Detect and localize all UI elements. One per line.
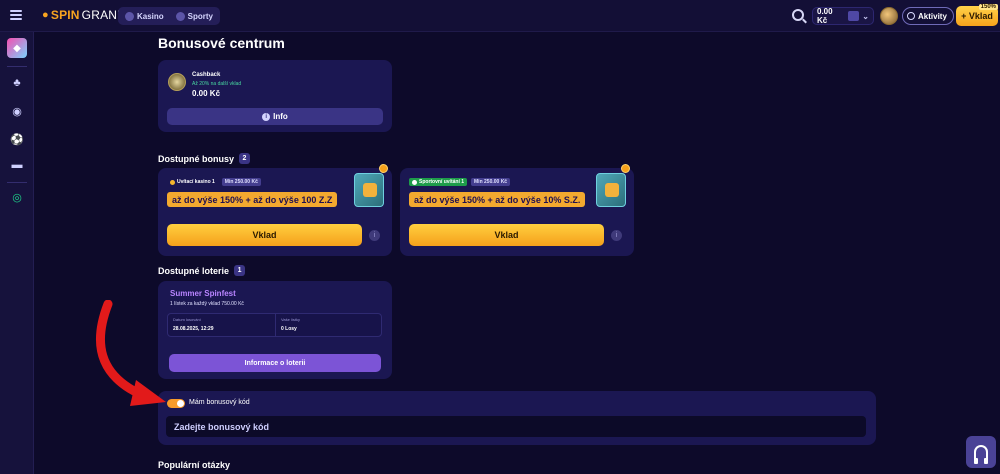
live-icon[interactable]: ◉ [10,104,24,118]
gamepad-icon[interactable]: ▬ [10,158,24,172]
bonus-code-input[interactable] [166,416,866,437]
balance-value: 0.00 Kč [817,7,833,25]
chest-icon [354,173,384,207]
page-title: Bonusové centrum [158,35,285,51]
cashback-title: Cashback [192,72,221,78]
top-bar: ● SPIN GRANNY Kasino Sporty 0.00 Kč ⌄ Ak… [0,0,1000,32]
info-label: Info [273,112,288,121]
bonus-deposit-button[interactable]: Vklad [167,224,362,246]
lottery-title: Summer Spinfest [170,289,236,298]
chest-icon [596,173,626,207]
deposit-button[interactable]: + Vklad 150% [956,4,998,26]
gift-icon [847,11,860,21]
cherries-icon[interactable]: ♣ [10,76,24,90]
bonus-card-casino: Uvítací kasino 1 Min 250.00 Kč až do výš… [158,164,392,256]
sidebar: ◆ ♣ ◉ ⚽ ▬ ◎ [0,32,34,474]
bonus-type-label: Sportovní uvítání 1 [419,179,465,185]
menu-icon[interactable] [10,10,22,20]
lottery-info-button[interactable]: Informace o loterii [169,354,381,372]
nav-sports[interactable]: Sporty [172,11,217,21]
info-icon[interactable]: i [611,230,622,241]
nav-sports-label: Sporty [187,11,214,21]
activity-icon [907,12,915,20]
lotteries-section-label: Dostupné loterie [158,265,230,276]
main-nav: Kasino Sporty [118,7,221,25]
logo-spin: SPIN [50,8,80,22]
deposit-label-text: Vklad [968,11,993,21]
activity-label: Aktivity [918,11,947,21]
lotteries-section-header: Dostupné loterie 1 [158,265,246,276]
football-icon[interactable]: ⚽ [10,132,24,146]
chest-badge-icon [379,164,388,173]
search-icon[interactable] [792,9,804,21]
chest-badge-icon [621,164,630,173]
cashback-amount: 0.00 Kč [192,89,221,98]
support-chat-button[interactable] [966,436,996,468]
bonus-code-toggle-label: Mám bonusový kód [189,399,250,406]
chevron-down-icon: ⌄ [862,11,869,21]
bonuses-count-badge: 2 [239,153,250,164]
bonus-offer: až do výše 150% + až do výše 10% S.Z. [409,192,586,207]
lottery-subtitle: 1 lístek za každý vklad 750.00 Kč [170,301,244,307]
lottery-tickets-value: 0 Losy [281,326,297,332]
bonus-type-tag: Uvítací kasino 1 [167,178,218,186]
football-icon [412,179,417,185]
headset-icon [974,445,988,464]
lottery-card: Summer Spinfest 1 lístek za každý vklad … [158,281,392,379]
bonus-card-sport: Sportovní uvítání 1 Min 250.00 Kč až do … [400,164,634,256]
cashback-card: Cashback Až 20% na další vklad 0.00 Kč i… [158,60,392,132]
deposit-badge: 150% [978,4,998,10]
lottery-date-value: 28.08.2025, 12:29 [173,326,214,332]
faq-title: Populární otázky [158,460,231,470]
bonus-min-tag: Min 250.00 Kč [221,178,261,186]
balance-dropdown[interactable]: 0.00 Kč ⌄ [812,7,874,25]
cashback-info-button[interactable]: i Info [167,108,383,125]
lotteries-count-badge: 1 [234,265,246,276]
nav-casino-label: Kasino [137,11,164,21]
bonus-min-tag: Min 250.00 Kč [471,178,511,186]
red-arrow-icon [95,300,166,406]
lottery-tickets: Vaše lístky 0 Losy [275,314,382,336]
lottery-details: Datum losování 28.08.2025, 12:29 Vaše lí… [167,313,382,337]
bonus-offer: až do výše 150% + až do výše 100 Z.Z [167,192,338,207]
ball-icon [175,11,185,21]
casino-icon [170,179,175,185]
lottery-date: Datum losování 28.08.2025, 12:29 [168,314,275,336]
granny-icon: ● [42,9,49,21]
lottery-date-label: Datum losování [173,317,201,322]
bonus-type-label: Uvítací kasino 1 [177,179,215,185]
bonus-type-tag: Sportovní uvítání 1 [409,178,468,186]
deposit-label: + Vklad [961,11,993,21]
sidebar-divider [7,182,27,183]
cashback-subtitle: Až 20% na další vklad [192,81,242,87]
bonus-tags: Uvítací kasino 1 Min 250.00 Kč [167,178,261,186]
support-icon[interactable]: ◎ [10,190,24,204]
cherries-icon [125,11,134,21]
nav-casino[interactable]: Kasino [121,11,168,21]
promo-icon[interactable]: ◆ [7,38,27,58]
bonuses-section-label: Dostupné bonusy [158,153,234,164]
avatar[interactable] [880,7,898,25]
activity-button[interactable]: Aktivity [902,7,954,25]
info-icon[interactable]: i [369,230,380,241]
bonus-tags: Sportovní uvítání 1 Min 250.00 Kč [409,178,511,186]
cashback-icon [168,73,186,91]
bonuses-section-header: Dostupné bonusy 2 [158,153,250,164]
lottery-tickets-label: Vaše lístky [281,317,301,322]
bonus-deposit-button[interactable]: Vklad [409,224,604,246]
info-icon: i [262,112,271,121]
sidebar-divider [7,66,27,67]
bonus-code-card: Mám bonusový kód [158,391,876,445]
